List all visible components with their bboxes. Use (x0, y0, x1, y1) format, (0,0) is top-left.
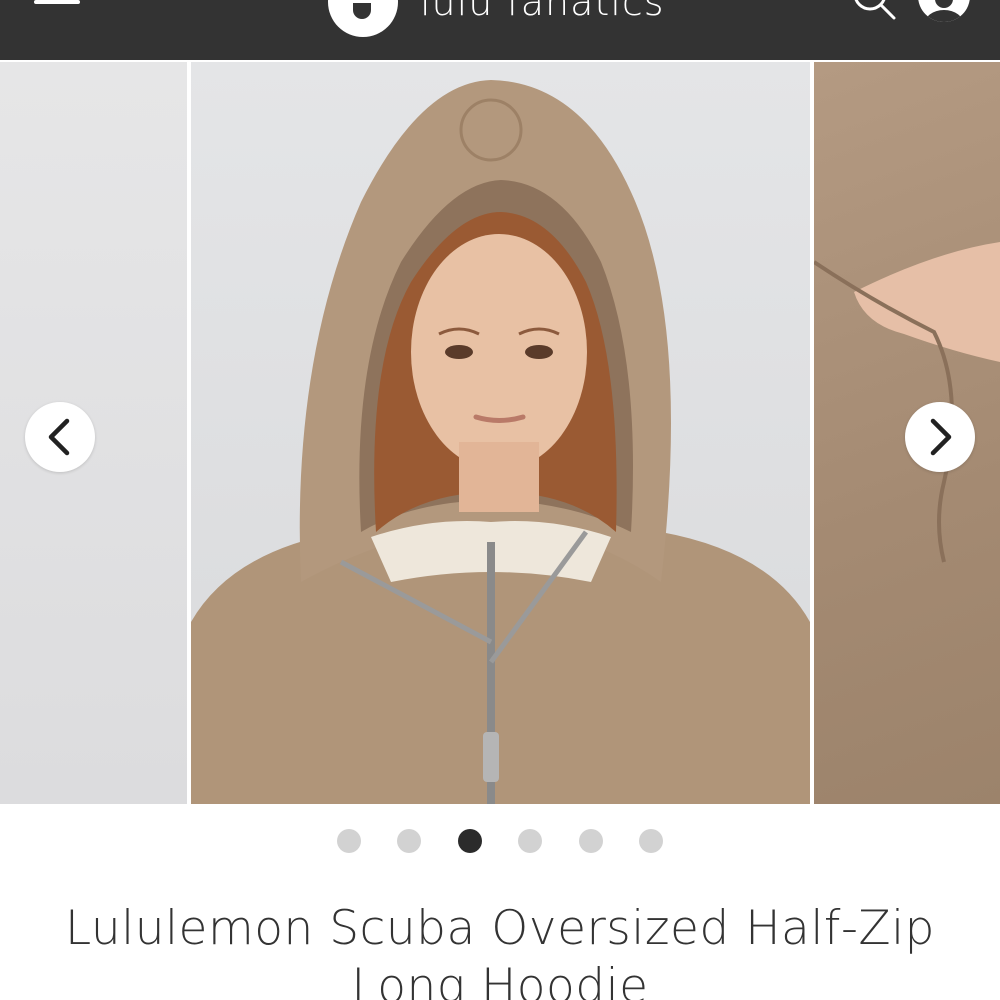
pagination-dot-active[interactable] (458, 829, 482, 853)
brand-logo-icon (328, 0, 398, 37)
pagination-dot[interactable] (579, 829, 603, 853)
carousel-next-button[interactable] (905, 402, 975, 472)
brand-name: lulu fanatics (420, 0, 665, 24)
product-photo-model-hooded (191, 80, 810, 804)
brand[interactable]: lulu fanatics (328, 0, 665, 37)
carousel-slide-current[interactable] (191, 62, 810, 804)
app-header: lulu fanatics (0, 0, 1000, 60)
chevron-left-icon (48, 418, 70, 456)
product-title: Lululemon Scuba Oversized Half-Zip Long … (64, 901, 936, 1000)
search-icon[interactable] (850, 0, 898, 22)
carousel-pagination (0, 829, 1000, 855)
user-profile-icon[interactable] (918, 0, 970, 22)
hamburger-menu-icon[interactable] (34, 0, 82, 18)
pagination-dot[interactable] (639, 829, 663, 853)
page: lulu fanatics Lululemon Scuba Oversized … (0, 0, 1000, 1000)
product-image-carousel[interactable] (0, 60, 1000, 805)
chevron-right-icon (930, 418, 952, 456)
pagination-dot[interactable] (397, 829, 421, 853)
pagination-dot[interactable] (518, 829, 542, 853)
pagination-dot[interactable] (337, 829, 361, 853)
carousel-prev-button[interactable] (25, 402, 95, 472)
